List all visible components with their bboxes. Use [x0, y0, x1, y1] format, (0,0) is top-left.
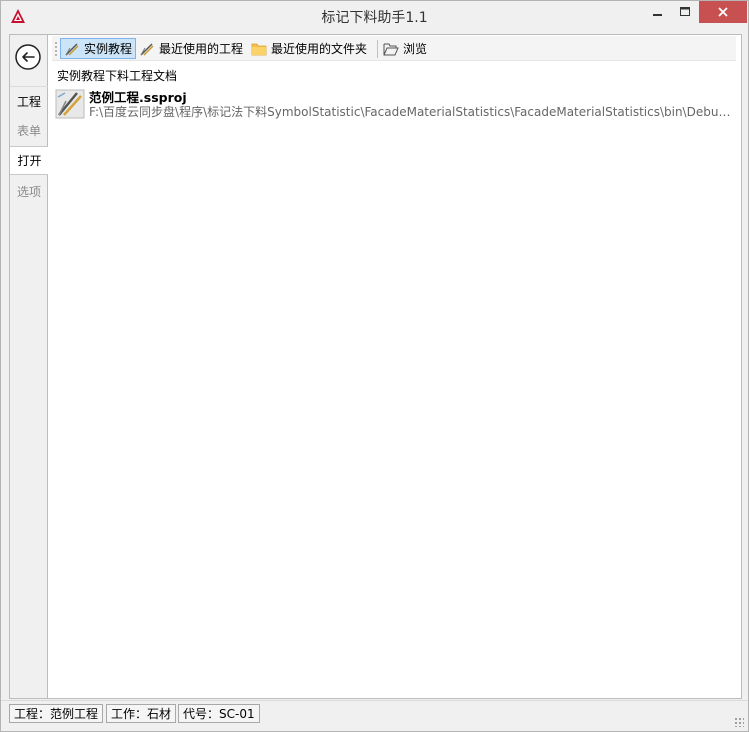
- status-bar: 工程：范例工程 工作：石材 代号：SC-01: [1, 700, 748, 731]
- tab-project[interactable]: 工程: [10, 86, 48, 115]
- title-bar[interactable]: 标记下料助手1.1: [1, 1, 748, 31]
- minimize-icon: [653, 14, 662, 16]
- list-item[interactable]: 范例工程.ssproj F:\百度云同步盘\程序\标记法下料SymbolStat…: [52, 87, 736, 120]
- drafting-tools-icon: [65, 42, 79, 56]
- status-work: 工作：石材: [106, 704, 177, 723]
- tutorial-button[interactable]: 实例教程: [60, 38, 137, 59]
- app-window: 标记下料助手1.1 工程 表单 打开 选项 实例教程 最近使用的工程 最近使用的…: [0, 0, 749, 732]
- resize-grip[interactable]: [734, 717, 744, 727]
- maximize-icon: [679, 7, 690, 16]
- close-icon: [718, 7, 728, 17]
- browse-label: 浏览: [403, 42, 428, 56]
- tab-form[interactable]: 表单: [10, 116, 48, 145]
- back-button[interactable]: [13, 42, 43, 72]
- drafting-tools-icon: [140, 42, 154, 56]
- project-file-icon: [55, 89, 85, 119]
- toolbar-separator: [377, 40, 378, 58]
- file-path: F:\百度云同步盘\程序\标记法下料SymbolStatistic\Facade…: [89, 105, 735, 119]
- tutorial-label: 实例教程: [84, 42, 133, 56]
- status-project: 工程：范例工程: [9, 704, 104, 723]
- recent-projects-button[interactable]: 最近使用的工程: [136, 38, 246, 59]
- open-panel: 实例教程 最近使用的工程 最近使用的文件夹 浏览 实例教程下料工程文档 范例工程…: [48, 34, 742, 699]
- open-folder-icon: [383, 43, 399, 55]
- folder-icon: [251, 43, 267, 55]
- tab-options[interactable]: 选项: [10, 177, 48, 206]
- window-title: 标记下料助手1.1: [321, 10, 428, 26]
- tab-open[interactable]: 打开: [10, 146, 49, 175]
- recent-projects-label: 最近使用的工程: [159, 42, 244, 56]
- section-label: 实例教程下料工程文档: [57, 69, 178, 83]
- minimize-button[interactable]: [645, 1, 671, 23]
- left-tab-strip: 工程 表单 打开 选项: [9, 34, 49, 699]
- close-button[interactable]: [699, 1, 747, 23]
- open-toolbar: 实例教程 最近使用的工程 最近使用的文件夹 浏览: [52, 36, 736, 61]
- browse-button[interactable]: 浏览: [380, 38, 430, 59]
- maximize-button[interactable]: [671, 1, 699, 23]
- recent-folders-label: 最近使用的文件夹: [271, 42, 368, 56]
- toolbar-grip[interactable]: [55, 41, 57, 56]
- back-arrow-icon: [15, 44, 41, 70]
- recent-folders-button[interactable]: 最近使用的文件夹: [248, 38, 370, 59]
- status-code: 代号：SC-01: [178, 704, 260, 723]
